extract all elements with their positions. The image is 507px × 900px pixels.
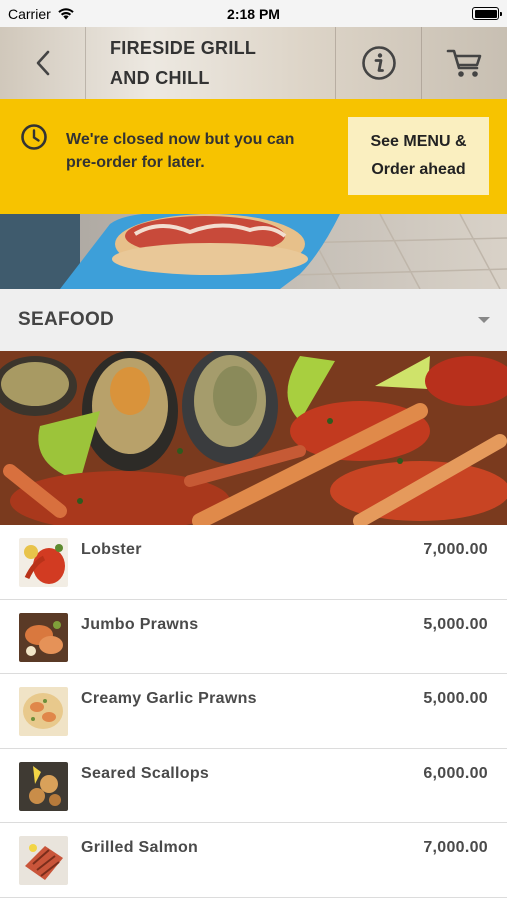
status-bar: Carrier 2:18 PM xyxy=(0,0,507,27)
title-line-2: AND CHILL xyxy=(110,68,210,88)
closed-message: We're closed now but you can pre-order f… xyxy=(66,128,328,174)
caret-down-icon xyxy=(478,317,490,323)
seafood-category-image xyxy=(0,351,507,525)
clock-icon xyxy=(20,123,48,156)
chevron-left-icon xyxy=(36,50,49,76)
title-line-1: FIRESIDE GRILL xyxy=(110,38,257,58)
item-price: 7,000.00 xyxy=(423,839,488,857)
menu-item-lobster[interactable]: Lobster 7,000.00 xyxy=(0,525,507,600)
status-left: Carrier xyxy=(8,6,75,22)
status-time: 2:18 PM xyxy=(227,5,280,22)
menu-item-grilled-salmon[interactable]: Grilled Salmon 7,000.00 xyxy=(0,823,507,898)
order-button-line-2: Order ahead xyxy=(371,161,466,178)
closed-message-line-1: We're closed now but you can xyxy=(66,131,295,148)
category-title: SEAFOOD xyxy=(18,309,115,330)
item-name: Seared Scallops xyxy=(81,764,210,782)
item-price: 6,000.00 xyxy=(423,764,488,782)
see-menu-order-ahead-button[interactable]: See MENU & Order ahead xyxy=(348,117,489,195)
item-thumbnail xyxy=(19,687,68,737)
order-button-line-1: See MENU & xyxy=(370,133,467,150)
item-name: Jumbo Prawns xyxy=(81,615,199,633)
item-price: 5,000.00 xyxy=(423,615,488,633)
item-price: 5,000.00 xyxy=(423,690,488,708)
category-header[interactable]: SEAFOOD xyxy=(0,289,507,351)
carrier-label: Carrier xyxy=(8,5,51,22)
item-name: Lobster xyxy=(81,541,142,558)
item-name: Grilled Salmon xyxy=(81,839,199,857)
menu-list: Lobster 7,000.00 Jumbo Prawns 5,000.00 C… xyxy=(0,525,507,898)
battery-icon xyxy=(472,7,502,20)
closed-banner: We're closed now but you can pre-order f… xyxy=(0,99,507,214)
closed-message-line-2: pre-order for later. xyxy=(66,154,205,171)
item-thumbnail xyxy=(19,538,68,587)
cart-button[interactable] xyxy=(422,27,507,99)
restaurant-title: FIRESIDE GRILL AND CHILL xyxy=(86,27,336,99)
info-icon xyxy=(361,46,396,80)
item-name: Creamy Garlic Prawns xyxy=(81,690,257,708)
menu-item-creamy-garlic-prawns[interactable]: Creamy Garlic Prawns 5,000.00 xyxy=(0,674,507,749)
wifi-icon xyxy=(58,8,74,20)
cart-icon xyxy=(446,49,481,77)
item-price: 7,000.00 xyxy=(423,541,488,558)
menu-item-seared-scallops[interactable]: Seared Scallops 6,000.00 xyxy=(0,749,507,824)
menu-item-jumbo-prawns[interactable]: Jumbo Prawns 5,000.00 xyxy=(0,600,507,675)
item-thumbnail xyxy=(19,761,68,811)
restaurant-hero-image xyxy=(0,214,507,289)
app-header: FIRESIDE GRILL AND CHILL xyxy=(0,27,507,99)
item-thumbnail xyxy=(19,836,68,886)
info-button[interactable] xyxy=(336,27,422,99)
item-thumbnail xyxy=(19,612,68,662)
back-button[interactable] xyxy=(0,27,86,99)
